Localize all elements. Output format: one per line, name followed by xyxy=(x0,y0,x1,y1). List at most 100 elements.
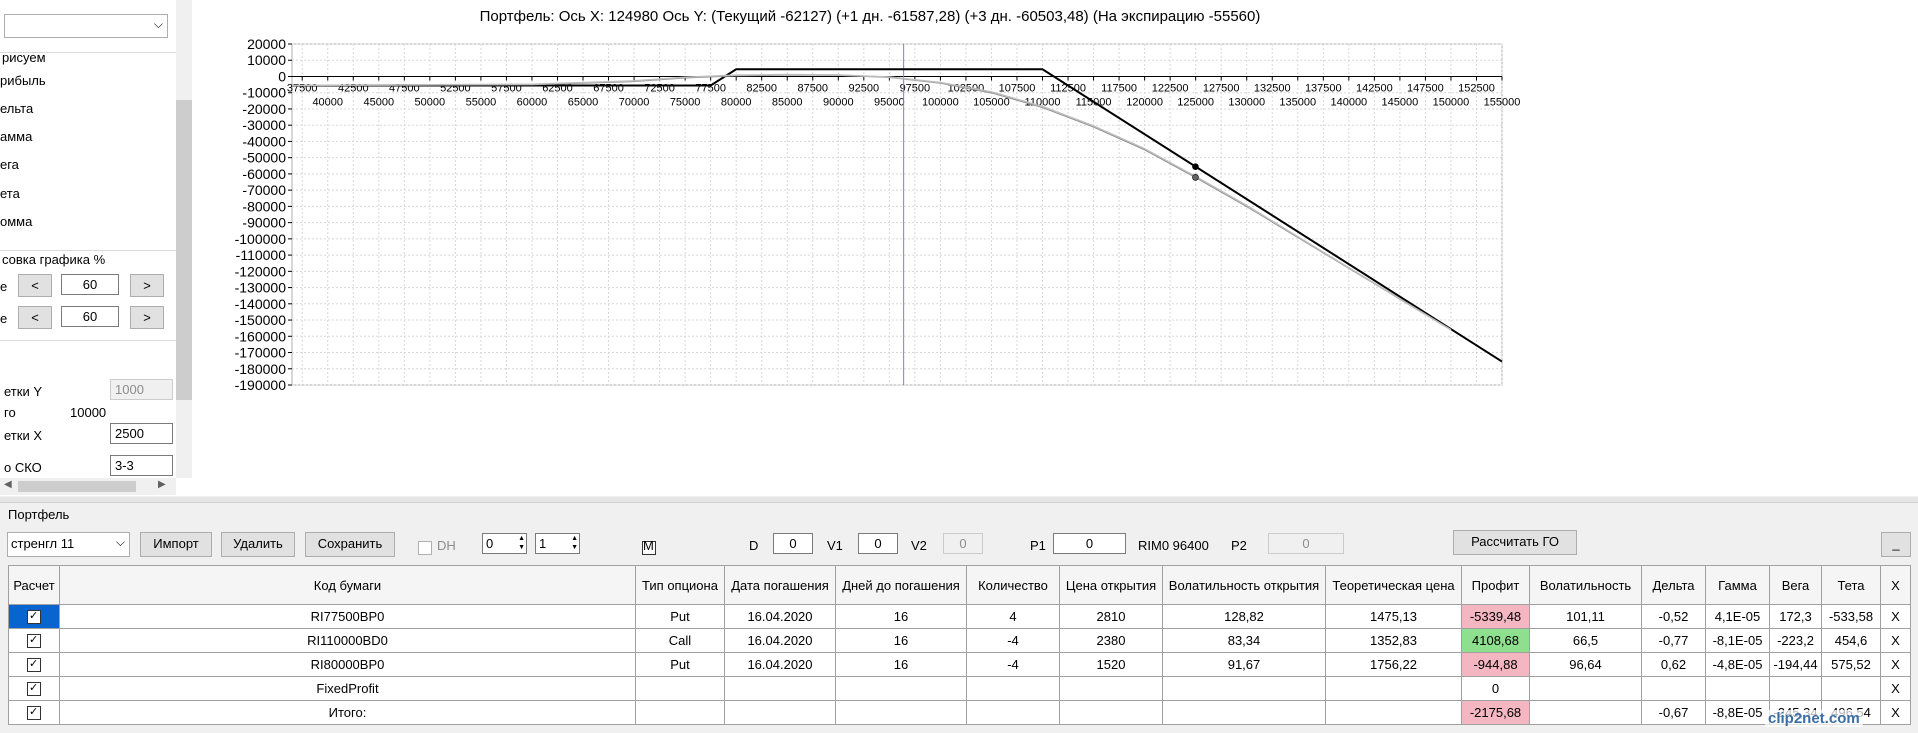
spin-arrows-icon[interactable]: ▲ ▼ xyxy=(518,534,525,552)
sko-input[interactable]: 3-3 xyxy=(110,455,173,476)
calc-cell[interactable] xyxy=(8,652,60,677)
x-tick-label: 95000 xyxy=(874,96,905,108)
portfolio-combo[interactable]: стренгл 11 ⌵ xyxy=(7,532,130,557)
column-header[interactable]: Цена открытия xyxy=(1059,565,1163,605)
vertical-scrollbar[interactable] xyxy=(176,0,192,478)
draw-option-item[interactable]: омма xyxy=(0,214,32,229)
spin2-value: 1 xyxy=(539,536,547,551)
portfolio-combo-value: стренгл 11 xyxy=(11,536,75,551)
table-cell: FixedProfit xyxy=(59,676,636,701)
table-cell: 172,3 xyxy=(1769,604,1822,629)
column-header[interactable]: Тип опциона xyxy=(635,565,725,605)
table-cell xyxy=(1641,676,1706,701)
remove-row-button[interactable]: X xyxy=(1880,700,1911,725)
table-cell xyxy=(966,676,1060,701)
x-tick-label: 130000 xyxy=(1228,96,1265,108)
horizontal-scrollbar[interactable]: ◀ ▶ xyxy=(0,478,176,495)
d-input[interactable]: 0 xyxy=(773,533,813,554)
calc-checkbox[interactable] xyxy=(27,682,41,697)
calc-checkbox[interactable] xyxy=(27,610,41,625)
calc-cell[interactable] xyxy=(8,700,60,725)
x-tick-label: 132500 xyxy=(1254,82,1291,94)
mode-combo[interactable]: ⌵ xyxy=(4,14,168,38)
x-tick-label: 140000 xyxy=(1330,96,1367,108)
payoff-chart[interactable]: 20000100000-10000-20000-30000-40000-5000… xyxy=(192,0,1918,496)
spin-arrows-icon[interactable]: ▲ ▼ xyxy=(571,534,578,552)
minimize-button[interactable]: _ xyxy=(1881,532,1911,557)
scale-row1-input[interactable]: 60 xyxy=(61,274,119,295)
column-header[interactable]: Дата погашения xyxy=(724,565,836,605)
table-row[interactable]: RI80000BP0Put16.04.202016-4152091,671756… xyxy=(8,652,1911,677)
calc-cell[interactable] xyxy=(8,676,60,701)
p1-input[interactable]: 0 xyxy=(1053,533,1126,554)
divider xyxy=(0,340,176,341)
draw-option-item[interactable]: ета xyxy=(0,186,20,201)
table-row[interactable]: RI110000BD0Call16.04.202016-4238083,3413… xyxy=(8,628,1911,653)
column-header[interactable]: Дельта xyxy=(1641,565,1706,605)
table-row[interactable]: FixedProfit 0 X xyxy=(8,676,1911,701)
draw-option-item[interactable]: ельта xyxy=(0,101,33,116)
calc-cell[interactable] xyxy=(8,628,60,653)
p2-input[interactable]: 0 xyxy=(1268,533,1344,554)
remove-row-button[interactable]: X xyxy=(1880,652,1911,677)
calc-checkbox[interactable] xyxy=(27,706,41,721)
spin2-input[interactable]: 1 ▲ ▼ xyxy=(535,533,580,554)
import-button[interactable]: Импорт xyxy=(140,532,212,557)
remove-row-button[interactable]: X xyxy=(1880,628,1911,653)
column-header[interactable]: Профит xyxy=(1461,565,1530,605)
scale-row1-decrease-button[interactable]: < xyxy=(18,274,52,297)
column-header[interactable]: Волатильность открытия xyxy=(1162,565,1326,605)
table-cell: -4 xyxy=(966,628,1060,653)
calc-checkbox[interactable] xyxy=(27,634,41,649)
watermark-logo: clip2net.com xyxy=(1765,710,1863,727)
table-row[interactable]: RI77500BP0Put16.04.20201642810128,821475… xyxy=(8,604,1911,629)
scrollbar-thumb[interactable] xyxy=(176,100,192,400)
scrollbar-thumb[interactable] xyxy=(18,481,136,492)
grid-x-input[interactable]: 2500 xyxy=(110,423,173,444)
scale-row2-decrease-button[interactable]: < xyxy=(18,306,52,329)
table-row[interactable]: Итого:-2175,68-0,67-8,8E-05-245,34496,54… xyxy=(8,700,1911,725)
table-cell xyxy=(724,700,836,725)
column-header[interactable]: Гамма xyxy=(1705,565,1770,605)
column-header[interactable]: Вега xyxy=(1769,565,1822,605)
draw-option-item[interactable]: рибыль xyxy=(0,73,46,88)
spin1-input[interactable]: 0 ▲ ▼ xyxy=(482,533,527,554)
spin1-value: 0 xyxy=(486,536,494,551)
y-tick-label: -90000 xyxy=(242,215,286,231)
calc-cell[interactable] xyxy=(8,604,60,629)
column-header[interactable]: Теоретическая цена xyxy=(1325,565,1462,605)
column-header[interactable]: Код бумаги xyxy=(59,565,636,605)
draw-option-item[interactable]: ега xyxy=(0,157,19,172)
scale-row2-input[interactable]: 60 xyxy=(61,306,119,327)
table-cell: 16 xyxy=(835,628,967,653)
v1-input[interactable]: 0 xyxy=(858,533,898,554)
column-header[interactable]: Дней до погашения xyxy=(835,565,967,605)
splitter[interactable] xyxy=(0,497,1918,503)
table-cell: RI80000BP0 xyxy=(59,652,636,677)
column-header[interactable]: Волатильность xyxy=(1529,565,1642,605)
scale-row1-increase-button[interactable]: > xyxy=(130,274,164,297)
column-header[interactable]: X xyxy=(1880,565,1911,605)
draw-option-item[interactable]: амма xyxy=(0,129,32,144)
x-tick-label: 152500 xyxy=(1458,82,1495,94)
remove-row-button[interactable]: X xyxy=(1880,676,1911,701)
position-marker xyxy=(1192,163,1199,170)
column-header[interactable]: Количество xyxy=(966,565,1060,605)
scale-row2-increase-button[interactable]: > xyxy=(130,306,164,329)
dh-checkbox[interactable] xyxy=(418,540,432,555)
settings-panel: ⌵ рисуем рибыль ельта амма ега ета омма совка… xyxy=(0,0,193,496)
remove-row-button[interactable]: X xyxy=(1880,604,1911,629)
v2-input[interactable]: 0 xyxy=(943,533,983,554)
x-tick-label: 117500 xyxy=(1101,82,1137,94)
column-header[interactable]: Расчет xyxy=(8,565,60,605)
save-button[interactable]: Сохранить xyxy=(305,532,395,557)
scroll-right-icon[interactable]: ▶ xyxy=(158,479,166,490)
calc-checkbox[interactable] xyxy=(27,658,41,673)
scroll-left-icon[interactable]: ◀ xyxy=(4,479,12,490)
grid-y-input[interactable]: 1000 xyxy=(110,379,173,400)
calc-go-button[interactable]: Рассчитать ГО xyxy=(1453,530,1577,555)
y-tick-label: -150000 xyxy=(235,312,287,328)
delete-button[interactable]: Удалить xyxy=(221,532,295,557)
x-tick-label: 85000 xyxy=(772,96,803,108)
column-header[interactable]: Тета xyxy=(1821,565,1881,605)
